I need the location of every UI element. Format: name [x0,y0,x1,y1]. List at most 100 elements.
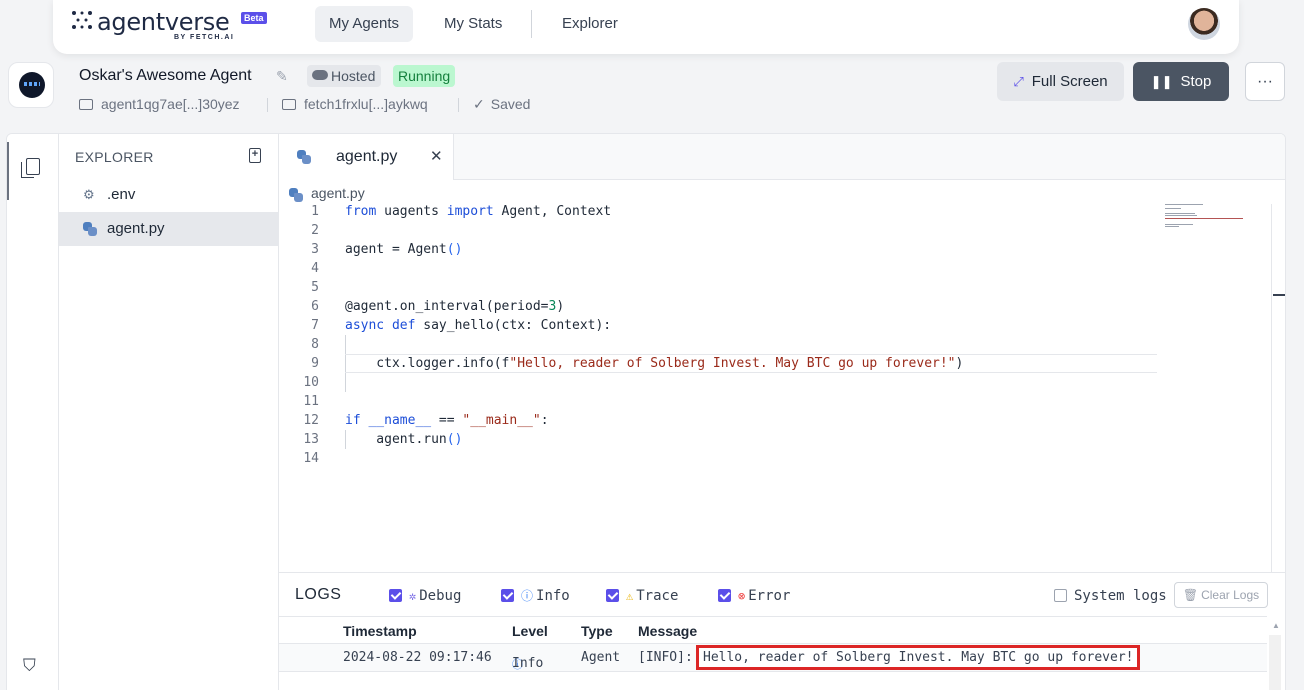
nav-tab-my-stats[interactable]: My Stats [430,6,516,42]
file-explorer: EXPLORER + ⚙ .env agent.py [59,134,279,690]
code-line: 2 [311,223,319,238]
hosted-badge: Hosted [307,65,382,87]
file-name: agent.py [107,220,165,237]
wallet-address[interactable]: fetch1frxlu[...]aykwq [282,96,428,112]
info-icon: ⓘ [521,589,534,603]
ide-panel: ⛉ EXPLORER + ⚙ .env agent.py agent.py ✕ … [6,133,1286,690]
wallet-address-text: fetch1frxlu[...]aykwq [304,96,428,112]
scroll-up-icon[interactable]: ▲ [1272,621,1280,630]
clear-logs-button[interactable]: 🗑 Clear Logs [1174,582,1268,608]
minimap[interactable] [1165,204,1245,234]
editor-tab-bar: agent.py ✕ [279,134,1285,180]
logo-mark-icon [72,11,92,29]
system-logs-label: System logs [1074,588,1167,604]
column-header: Message [638,623,698,639]
filter-info[interactable]: ⓘ Info [501,589,570,603]
filter-label: Trace [636,588,679,604]
code-line: 5 [311,280,319,295]
logo-byline: BY FETCH.AI [174,34,235,41]
new-file-icon[interactable]: + [249,148,261,163]
check-icon: ✓ [473,96,485,112]
status-badge: Running [393,65,456,87]
code-line: 13 agent.run() [303,432,463,447]
wallet-icon [282,99,296,110]
stop-button[interactable]: ❚❚ Stop [1133,62,1229,101]
checkbox[interactable] [1054,589,1067,602]
beta-badge: Beta [241,12,267,24]
file-item-agent-py[interactable]: agent.py [59,212,279,246]
meta-divider [458,98,459,112]
pause-icon: ❚❚ [1150,74,1173,89]
log-message-highlight: Hello, reader of Solberg Invest. May BTC… [696,645,1141,670]
activity-bar: ⛉ [7,134,59,690]
filter-debug[interactable]: ✲ Debug [389,589,461,603]
code-editor: agent.py ✕ agent.py 1 from uagents import… [279,134,1285,572]
edit-name-icon[interactable]: ✎ [276,68,292,84]
breadcrumb: agent.py [289,185,365,202]
filter-label: Info [536,588,570,604]
user-avatar[interactable] [1188,8,1220,40]
cloud-icon [312,70,328,80]
filter-error[interactable]: ⊗ Error [718,589,790,603]
code-line: 11 [303,394,319,409]
save-status: ✓ Saved [473,96,530,113]
id-card-icon [79,99,93,110]
logs-title: LOGS [295,586,342,603]
logs-table: Timestamp Level Type Message 2024-08-22 … [279,616,1267,672]
logs-scrollbar[interactable] [1269,635,1281,690]
file-item-env[interactable]: ⚙ .env [59,178,279,212]
hosted-label: Hosted [331,68,376,84]
nav-tab-explorer[interactable]: Explorer [548,6,632,42]
editor-tab-agent-py[interactable]: agent.py ✕ [279,134,454,180]
column-header: Type [581,623,613,639]
editor-scrollbar[interactable] [1271,204,1272,572]
python-icon [289,188,303,202]
explorer-title: EXPLORER [75,149,154,165]
saved-label: Saved [490,96,531,112]
logs-panel: LOGS ✲ Debug ⓘ Info ⚠ Trace ⊗ Error System l… [279,572,1285,690]
log-level-text: Info [512,656,544,671]
table-row[interactable]: 2024-08-22 09:17:46 ⓘ Info Agent [INFO]: … [279,644,1267,672]
system-logs-toggle[interactable]: System logs [1054,589,1167,603]
full-screen-button[interactable]: ⤢ Full Screen [997,62,1124,101]
checkbox[interactable] [606,589,619,602]
stop-label: Stop [1180,73,1212,90]
log-timestamp: 2024-08-22 09:17:46 [343,650,492,665]
expand-icon: ⤢ [1013,74,1024,89]
python-icon [83,222,97,236]
top-navbar: agentverse Beta BY FETCH.AI My Agents My… [53,0,1239,54]
breadcrumb-file[interactable]: agent.py [311,185,365,201]
agent-address[interactable]: agent1qg7ae[...]30yez [79,96,240,112]
trash-icon: 🗑 [1182,588,1199,602]
code-line: 4 [311,261,319,276]
agent-name: Oskar's Awesome Agent [79,67,252,84]
nav-tab-my-agents[interactable]: My Agents [315,6,414,42]
checkbox[interactable] [501,589,514,602]
table-header: Timestamp Level Type Message [279,616,1267,644]
warning-icon: ⚠ [626,589,634,603]
more-options-button[interactable]: ··· [1245,62,1285,101]
shield-icon[interactable]: ⛉ [23,656,41,676]
full-screen-label: Full Screen [1031,73,1108,90]
checkbox[interactable] [389,589,402,602]
robot-face-icon [19,72,45,98]
log-type: Agent [581,650,621,665]
filter-trace[interactable]: ⚠ Trace [606,589,678,603]
filter-label: Debug [419,588,462,604]
meta-divider [267,98,268,112]
code-line: 7 async def say_hello(ctx: Context): [311,318,612,333]
error-icon: ⊗ [738,589,746,603]
files-icon[interactable] [7,142,59,200]
bug-icon: ✲ [409,589,417,603]
code-line: 1 from uagents import Agent, Context [311,204,612,219]
close-icon[interactable]: ✕ [430,147,443,165]
tab-label: agent.py [336,148,398,165]
code-line: 12 if __name__ == "__main__": [303,413,549,428]
column-header: Timestamp [343,623,417,639]
agent-address-text: agent1qg7ae[...]30yez [101,96,240,112]
checkbox[interactable] [718,589,731,602]
code-area[interactable]: 1 from uagents import Agent, Context 2 3a… [279,202,1159,468]
column-header: Level [512,623,548,639]
log-prefix: [INFO]: [638,650,693,665]
scroll-thumb[interactable] [1273,294,1285,296]
